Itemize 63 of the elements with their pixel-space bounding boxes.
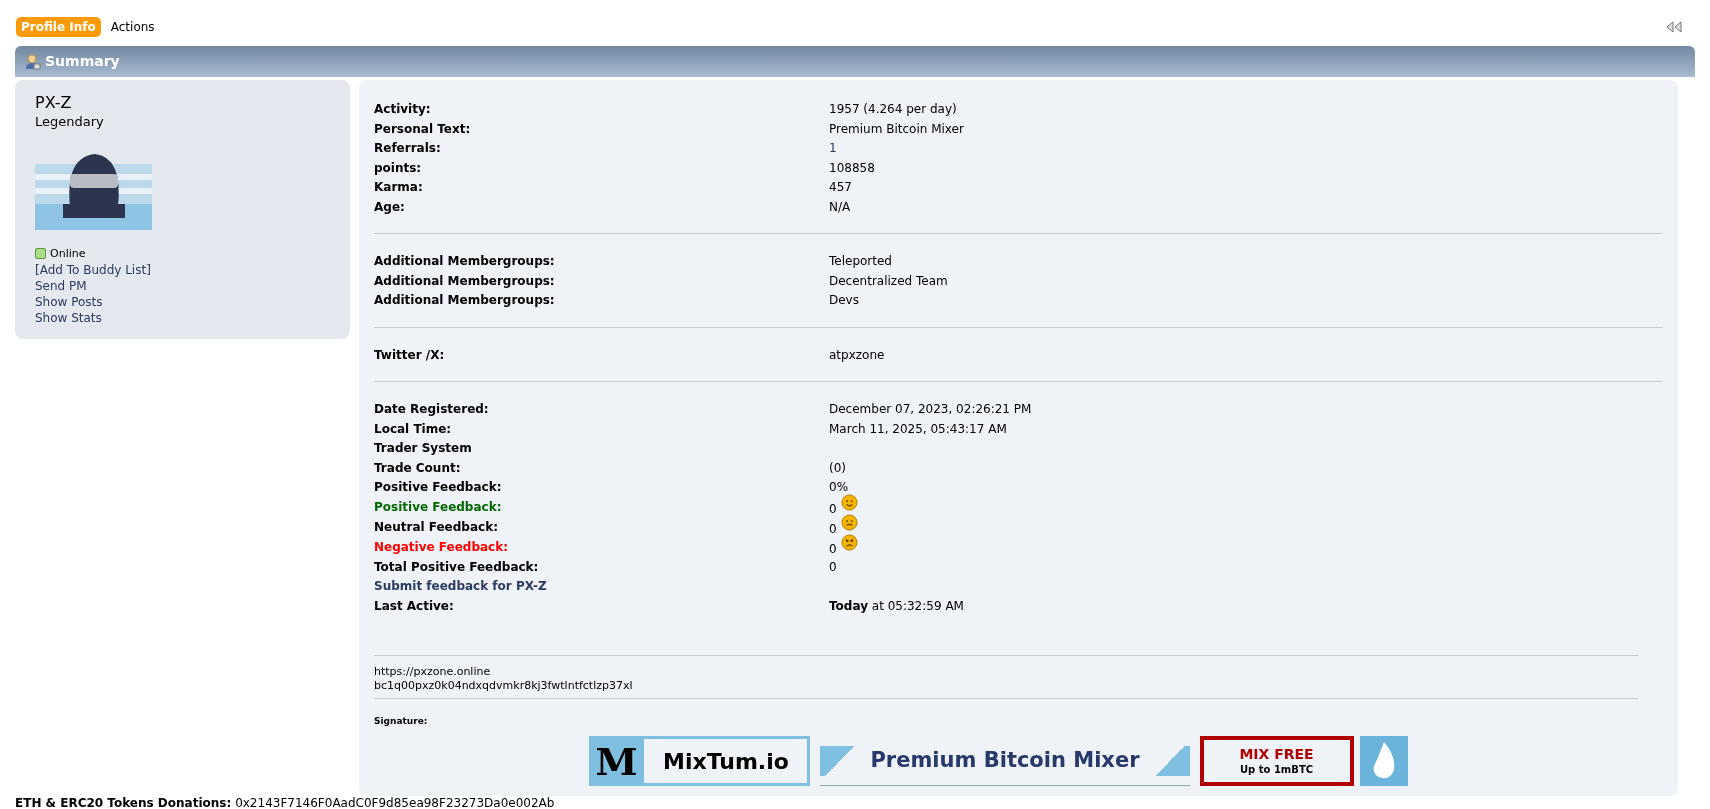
field-value: Decentralized Team	[829, 272, 948, 290]
field-value: 457	[829, 179, 852, 196]
user-icon	[25, 53, 41, 70]
field-value: Devs	[829, 292, 859, 309]
field-label: Personal Text:	[374, 121, 471, 136]
field-value: 0	[829, 540, 837, 558]
field-value: 1957 (4.264 per day)	[829, 101, 957, 118]
signature-text-line: https://pxzone.online	[374, 665, 492, 679]
field-value: 0	[829, 520, 837, 538]
field-label: Activity:	[374, 102, 431, 116]
field-value: Premium Bitcoin Mixer	[829, 120, 964, 138]
field-label: Referrals:	[374, 141, 441, 155]
field-value: Today at 05:32:59 AM	[829, 597, 964, 615]
field-label: Positive Feedback:	[374, 480, 502, 494]
slogan-text: Premium Bitcoin Mixer	[870, 746, 1140, 774]
field-label: Karma:	[374, 180, 423, 194]
field-label: Additional Membergroups:	[374, 254, 555, 268]
section-title: Summary	[45, 52, 120, 71]
field-value: Teleported	[829, 253, 892, 270]
collapse-icon[interactable]	[1666, 20, 1682, 33]
username: PX-Z	[35, 94, 72, 112]
field-label: Trade Count:	[374, 460, 461, 475]
smiley-icon	[840, 493, 858, 511]
status-label: Online	[50, 245, 86, 262]
field-label: Date Registered:	[374, 402, 489, 416]
field-label: Negative Feedback:	[374, 539, 508, 554]
field-label: Neutral Feedback:	[374, 519, 498, 534]
submit-feedback-link[interactable]: Submit feedback for PX-Z	[374, 579, 547, 593]
donation-label: ETH & ERC20 Tokens Donations:	[15, 796, 232, 809]
signature-label: Signature:	[374, 716, 428, 726]
field-label: Local Time:	[374, 421, 452, 436]
field-label: points:	[374, 160, 422, 175]
field-value: N/A	[829, 198, 851, 216]
field-value: 0	[829, 500, 837, 518]
field-label: Additional Membergroups:	[374, 293, 555, 307]
field-label: Trader System	[374, 441, 472, 455]
donation-address: 0x2143F7146F0AadC0F9d85ea98F23273Da0e002Ab	[235, 796, 555, 809]
signature-text-line: bc1q00pxz0k04ndxqdvmkr8kj3fwtlntfctlzp37xl	[374, 679, 634, 693]
field-label: Twitter /X:	[374, 347, 445, 362]
field-value: 0%	[829, 479, 849, 496]
angry-face-icon	[840, 533, 858, 551]
rank: Legendary	[35, 113, 104, 131]
site-name: MixTum.io	[644, 739, 808, 783]
profile-link[interactable]: Show Stats	[35, 310, 102, 326]
confused-face-icon	[840, 513, 858, 531]
offer-note: Up to 1mBTC	[1240, 762, 1314, 777]
field-label: Total Positive Feedback:	[374, 559, 539, 574]
field-label: Last Active:	[374, 598, 454, 613]
field-value: (0)	[829, 459, 846, 477]
profile-link[interactable]: Send PM	[35, 278, 87, 294]
field-label: Additional Membergroups:	[374, 273, 555, 288]
referrals-link[interactable]: 1	[829, 139, 837, 157]
field-label: Positive Feedback:	[374, 499, 502, 514]
profile-link[interactable]: [Add To Buddy List]	[35, 262, 151, 278]
field-value: December 07, 2023, 02:26:21 PM	[829, 401, 1032, 418]
profile-link[interactable]: Show Posts	[35, 294, 103, 310]
field-value: atpxzone	[829, 346, 885, 364]
field-label: Age:	[374, 199, 405, 214]
offer-title: MIX FREE	[1239, 745, 1314, 762]
field-value: 0	[829, 558, 837, 576]
tab[interactable]: Actions	[108, 16, 157, 37]
field-value: March 11, 2025, 05:43:17 AM	[829, 420, 1007, 438]
field-value: 108858	[829, 159, 875, 177]
